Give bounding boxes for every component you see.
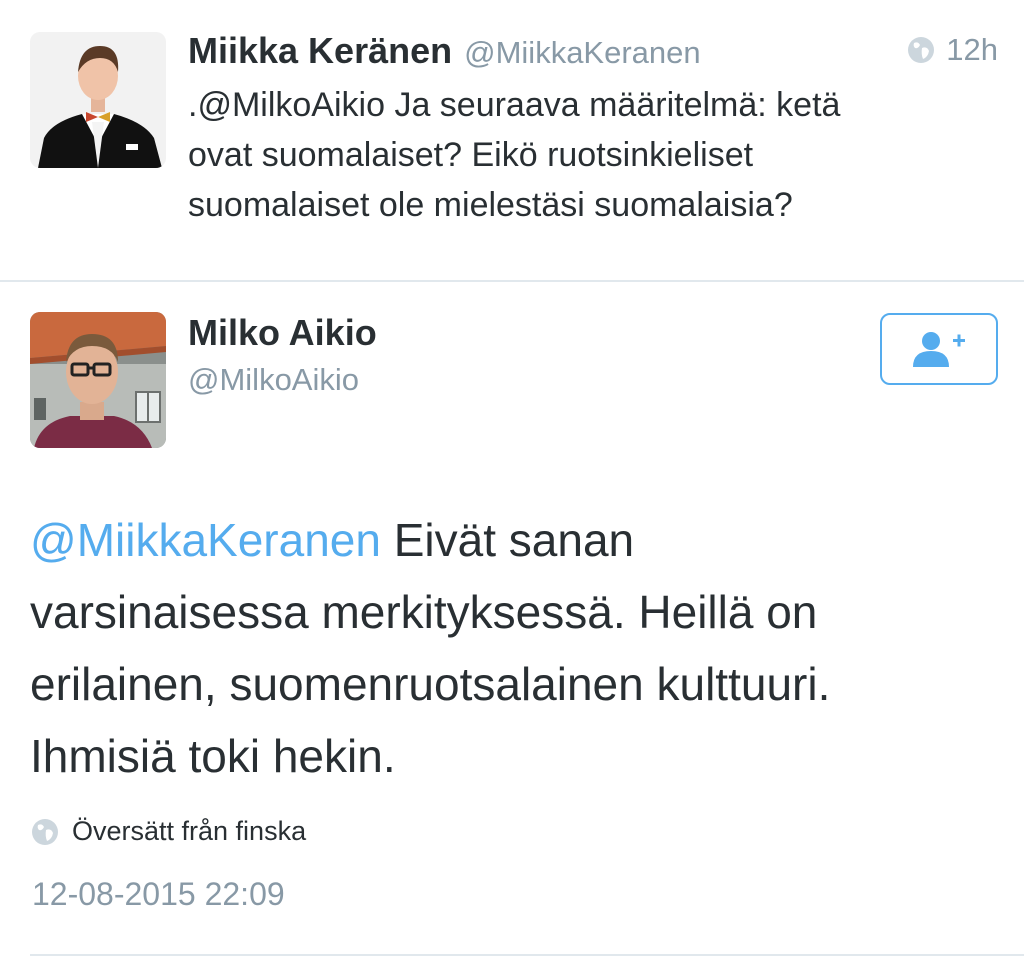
tweet-text-fragment: Eivät sanan [380, 514, 635, 566]
tweet-timestamp: 12-08-2015 22:09 [32, 876, 285, 912]
tweet-detail-page: Miikka Keränen @MiikkaKeranen 12h .@Milko… [0, 0, 1024, 971]
time-label: 12h [946, 32, 998, 67]
tweet-text-line: erilainen, suomenruotsalainen kulttuuri. [30, 658, 831, 710]
avatar[interactable] [30, 32, 166, 168]
add-user-icon [913, 332, 965, 367]
reply-tweet[interactable]: Miikka Keränen @MiikkaKeranen 12h .@Milko… [0, 0, 1024, 282]
reply-text-line: suomalaiset ole mielestäsi suomalaisia? [188, 186, 793, 224]
reply-text-line: ovat suomalaiset? Eikö ruotsinkieliset [188, 136, 754, 174]
author-handle[interactable]: @MilkoAikio [188, 362, 359, 398]
author-name[interactable]: Miikka Keränen [188, 30, 452, 71]
reply-text-line: .@MilkoAikio Ja seuraava määritelmä: ket… [188, 86, 841, 124]
tweet-text-line: Ihmisiä toki hekin. [30, 730, 396, 782]
person-with-glasses-avatar [30, 312, 166, 448]
author-name[interactable]: Milko Aikio [188, 312, 377, 354]
author-handle[interactable]: @MiikkaKeranen [464, 35, 701, 70]
tweet-time: 12h [906, 32, 998, 68]
avatar[interactable] [30, 312, 166, 448]
translate-label[interactable]: Översätt från finska [72, 816, 306, 847]
person-in-tuxedo-avatar [30, 32, 166, 168]
globe-icon [908, 37, 935, 63]
mention-link[interactable]: @MiikkaKeranen [30, 514, 381, 566]
divider [30, 954, 1024, 956]
globe-icon [32, 818, 58, 845]
reply-header: Miikka Keränen @MiikkaKeranen 12h [188, 30, 998, 74]
tweet-text: @MiikkaKeranen Eivät sanan varsinaisessa… [30, 504, 1000, 792]
tweet-text-line: varsinaisessa merkityksessä. Heillä on [30, 586, 818, 638]
translate-link[interactable]: Översätt från finska [30, 816, 306, 847]
reply-tweet-text: .@MilkoAikio Ja seuraava määritelmä: ket… [188, 80, 998, 230]
follow-button[interactable] [880, 313, 998, 385]
tweet-text-line: @MiikkaKeranen Eivät sanan [30, 504, 1000, 576]
